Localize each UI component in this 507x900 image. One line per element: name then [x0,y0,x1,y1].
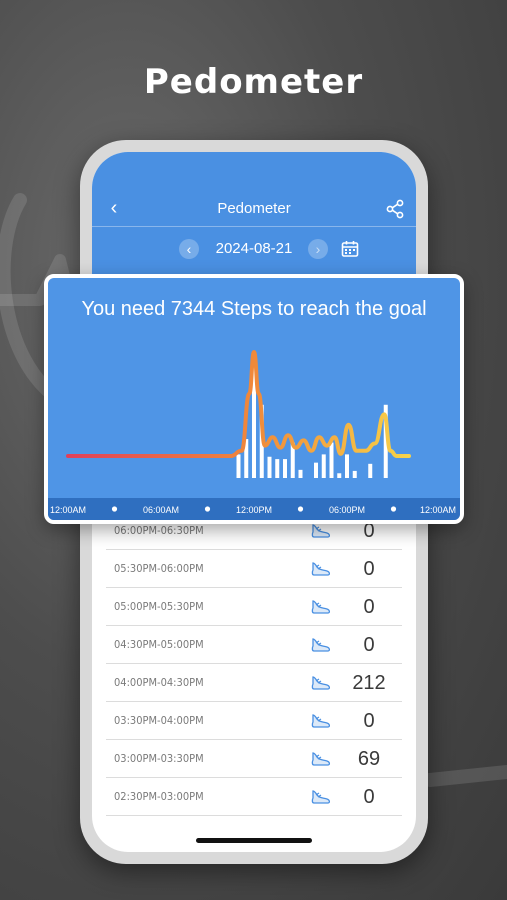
step-count: 0 [363,558,375,580]
time-range-label: 05:00PM-05:30PM [114,600,204,613]
chart-bar [275,459,280,478]
x-tick-label: 12:00AM [50,505,86,515]
time-range-label: 04:00PM-04:30PM [114,676,204,689]
chart-bar [236,454,241,478]
step-count: 0 [363,786,375,808]
date-label: 2024-08-21 [215,240,293,257]
list-item[interactable]: 03:00PM-03:30PM 69 [106,740,402,778]
x-tick-dot [204,506,211,512]
chart-bar [337,473,342,478]
shoe-icon [311,676,331,690]
promo-title: Pedometer [143,62,364,102]
step-list: 06:00PM-06:30PM 0 05:30PM-06:00PM 0 05:00PM-… [106,512,402,816]
chart-bar [267,456,272,478]
shoe-icon [311,600,331,614]
list-item[interactable]: 04:00PM-04:30PM 212 [106,664,402,702]
list-item[interactable]: 03:30PM-04:00PM 0 [106,702,402,740]
x-tick-dot [297,506,304,512]
chevron-left-icon: ‹ [186,241,192,257]
header-divider [92,226,416,227]
chart-bar [329,442,334,478]
chart-bar [368,463,373,478]
list-item[interactable]: 02:30PM-03:00PM 0 [106,778,402,816]
app-title: Pedometer [217,200,291,217]
x-tick-dot [111,506,118,512]
chart-bar [345,454,349,478]
list-item[interactable]: 04:30PM-05:00PM 0 [106,626,402,664]
chart-bar [314,462,318,478]
time-range-label: 06:00PM-06:30PM [114,524,204,537]
home-indicator [196,838,312,843]
previous-day-button[interactable]: ‹ [179,239,199,259]
chart-bar [321,454,326,478]
step-chart: 12:00AM 06:00AM 12:00PM 06:00PM 12:00AM [48,350,460,520]
share-icon[interactable] [384,198,406,220]
shoe-icon [311,524,331,538]
x-tick-label: 12:00PM [236,505,272,515]
time-range-label: 05:30PM-06:00PM [114,562,204,575]
step-count: 212 [352,672,386,694]
chart-card: You need 7344 Steps to reach the goal 12… [44,274,464,524]
time-range-label: 04:30PM-05:00PM [114,638,204,651]
list-item[interactable]: 05:00PM-05:30PM 0 [106,588,402,626]
list-item[interactable]: 05:30PM-06:00PM 0 [106,550,402,588]
chart-bar [352,470,357,478]
calendar-icon[interactable] [340,239,360,259]
chart-bar [283,459,287,478]
shoe-icon [311,638,331,652]
step-count: 0 [363,634,375,656]
time-range-label: 03:30PM-04:00PM [114,714,204,727]
time-range-label: 02:30PM-03:00PM [114,790,204,803]
step-trend-line [66,350,411,459]
app-header: ‹ Pedometer ‹ 2024-08-21 › [92,152,416,292]
shoe-icon [311,790,331,804]
step-count: 0 [363,596,375,618]
chart-bar [298,469,303,478]
step-count: 69 [357,748,381,770]
chevron-right-icon: › [315,241,321,257]
shoe-icon [311,562,331,576]
shoe-icon [311,714,331,728]
x-tick-label: 12:00AM [420,505,456,515]
shoe-icon [311,752,331,766]
next-day-button[interactable]: › [308,239,328,259]
time-range-label: 03:00PM-03:30PM [114,752,204,765]
x-tick-label: 06:00PM [329,505,365,515]
x-tick-label: 06:00AM [143,505,179,515]
step-count: 0 [363,710,375,732]
x-tick-dot [390,506,397,512]
